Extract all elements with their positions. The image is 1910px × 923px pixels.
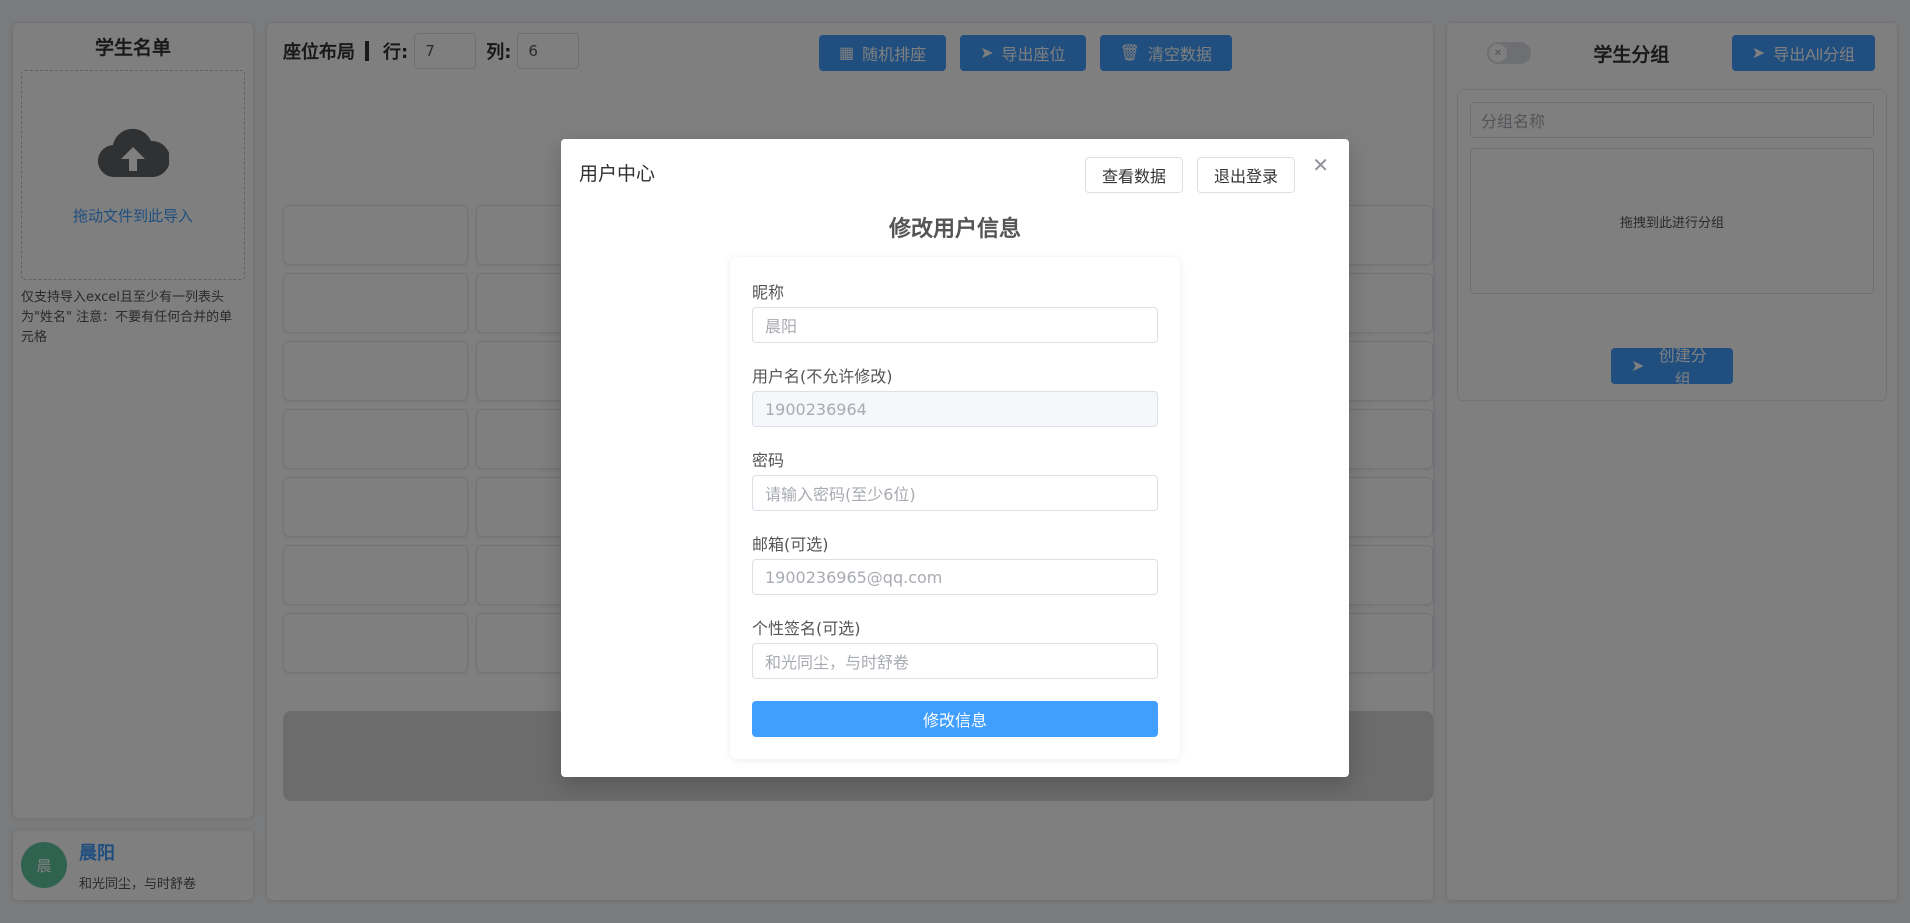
close-icon[interactable]: ✕ xyxy=(1312,153,1329,177)
field-label: 邮箱(可选) xyxy=(752,535,829,554)
username-field: 用户名(不允许修改) 1900236964 xyxy=(752,363,1158,427)
view-data-button[interactable]: 查看数据 xyxy=(1084,157,1183,193)
field-label: 个性签名(可选) xyxy=(752,619,861,638)
field-label: 密码 xyxy=(752,451,785,470)
dialog-actions: 查看数据 退出登录 xyxy=(1084,157,1295,193)
form-title: 修改用户信息 xyxy=(888,217,1021,242)
email-field: 邮箱(可选) 1900236965@qq.com xyxy=(752,531,1158,595)
dialog-title: 用户中心 xyxy=(579,163,656,185)
nickname-field: 昵称 晨阳 xyxy=(752,279,1158,343)
signature-field: 个性签名(可选) 和光同尘，与时舒卷 xyxy=(752,615,1158,679)
password-field: 密码 请输入密码(至少6位) xyxy=(752,447,1158,511)
logout-button[interactable]: 退出登录 xyxy=(1196,157,1295,193)
username-input: 1900236964 xyxy=(752,391,1158,427)
field-label: 昵称 xyxy=(752,283,785,302)
password-input[interactable]: 请输入密码(至少6位) xyxy=(752,475,1158,511)
signature-input[interactable]: 和光同尘，与时舒卷 xyxy=(752,643,1158,679)
user-info-form: 昵称 晨阳 用户名(不允许修改) 1900236964 密码 请输入密码(至少6… xyxy=(730,257,1180,759)
nickname-input[interactable]: 晨阳 xyxy=(752,307,1158,343)
field-label: 用户名(不允许修改) xyxy=(752,367,893,386)
submit-button[interactable]: 修改信息 xyxy=(752,701,1158,737)
user-center-dialog: 用户中心 查看数据 退出登录 ✕ 修改用户信息 昵称 晨阳 用户名(不允许修改)… xyxy=(561,139,1349,777)
email-input[interactable]: 1900236965@qq.com xyxy=(752,559,1158,595)
